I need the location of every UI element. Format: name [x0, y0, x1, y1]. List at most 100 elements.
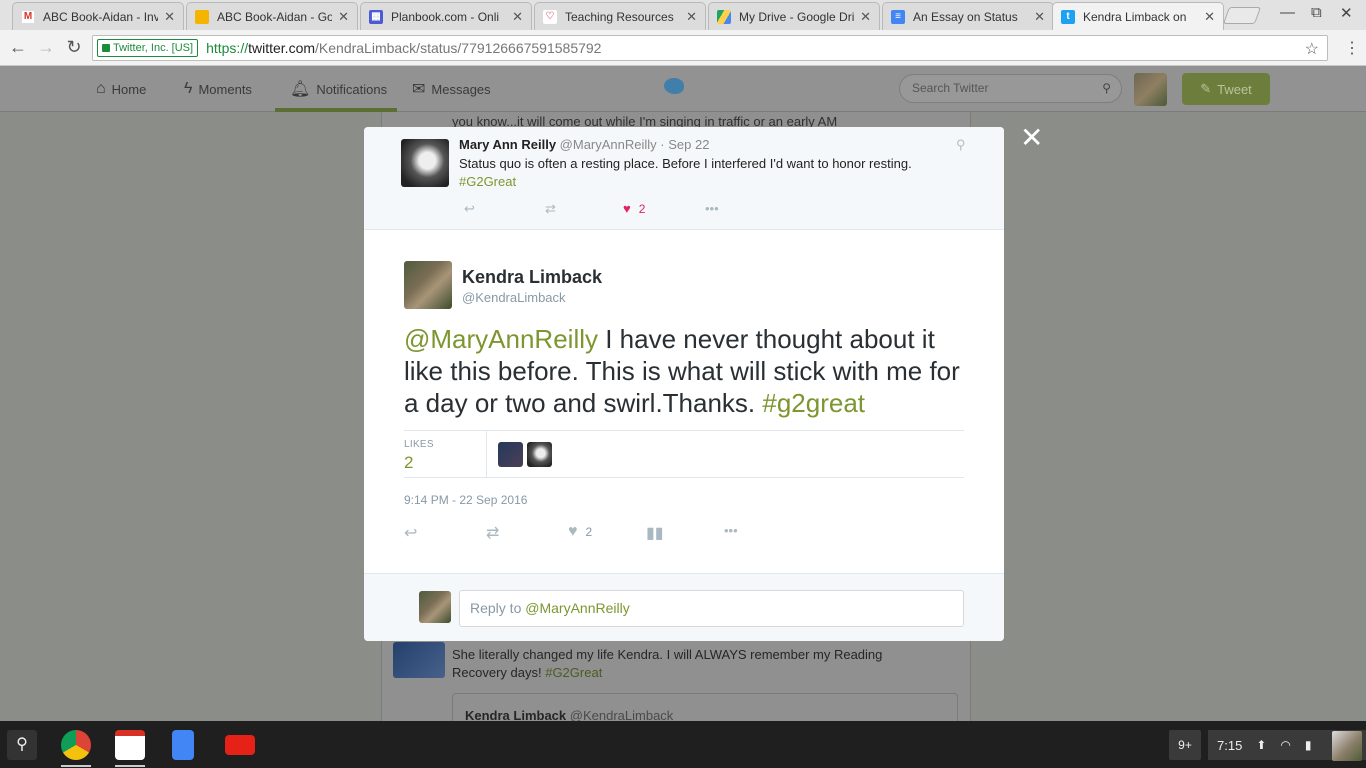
maximize-icon[interactable]: ⧉: [1311, 4, 1322, 21]
more-icon[interactable]: •••: [724, 523, 738, 538]
ancestor-handle[interactable]: @MaryAnnReilly: [560, 137, 657, 152]
tweet-button-label: Tweet: [1217, 81, 1252, 97]
nav-moments-label: Moments: [198, 81, 252, 97]
tweet-actions: ↩ ⇄ ♥ 2 ▮▮ •••: [404, 523, 804, 543]
nav-moments[interactable]: ϟ Moments: [184, 66, 252, 112]
running-indicator: [61, 765, 91, 767]
drive-icon: [717, 9, 731, 24]
nav-home[interactable]: ⌂ Home: [96, 66, 146, 112]
retweet-icon[interactable]: ⇄: [486, 523, 499, 543]
liker-avatar[interactable]: [498, 442, 523, 467]
tab-title: An Essay on Status: [913, 9, 1018, 24]
likes-count[interactable]: 2: [404, 453, 413, 473]
compose-icon: ✎: [1200, 81, 1212, 96]
new-tab-button[interactable]: [1222, 7, 1262, 24]
nav-notifications[interactable]: 🔔︎ Notifications: [290, 66, 387, 112]
search-icon[interactable]: ⚲: [1102, 75, 1111, 102]
avatar: [419, 591, 451, 623]
security-label: Twitter, Inc. [US]: [113, 42, 194, 54]
tweet-hashtag[interactable]: #g2great: [762, 388, 865, 418]
nav-notifications-label: Notifications: [316, 81, 388, 97]
close-modal-icon[interactable]: ✕: [1020, 124, 1043, 152]
tweet-author-name[interactable]: Kendra Limback: [462, 267, 602, 288]
close-icon[interactable]: ✕: [860, 9, 871, 25]
home-icon: ⌂: [96, 80, 106, 97]
tab-essay-on-status[interactable]: ≡ An Essay on Status ✕: [882, 2, 1054, 30]
more-icon[interactable]: •••: [705, 201, 719, 216]
tweet-timestamp: 9:14 PM - 22 Sep 2016: [404, 493, 528, 507]
close-icon[interactable]: ✕: [512, 9, 523, 25]
liker-avatar[interactable]: [527, 442, 552, 467]
close-icon[interactable]: ✕: [164, 9, 175, 25]
tab-teaching-resources[interactable]: ♡ Teaching Resources ✕: [534, 2, 706, 30]
notifications-badge[interactable]: 9+: [1169, 730, 1201, 760]
avatar[interactable]: [401, 139, 449, 187]
like-button[interactable]: ♥ 2: [623, 201, 645, 216]
tab-title: My Drive - Google Dri: [739, 9, 855, 24]
search-input[interactable]: Search Twitter ⚲: [899, 74, 1122, 103]
url-path: /KendraLimback/status/779126667591585792: [315, 40, 602, 56]
url-host: twitter.com: [248, 40, 316, 56]
close-icon[interactable]: ✕: [1034, 9, 1045, 25]
gmail-icon[interactable]: [115, 730, 145, 760]
ancestor-name[interactable]: Mary Ann Reilly: [459, 137, 556, 152]
forward-icon[interactable]: →: [35, 36, 57, 58]
reply-input[interactable]: Reply to @MaryAnnReilly: [459, 590, 964, 627]
close-icon[interactable]: ✕: [1204, 9, 1215, 25]
search-placeholder: Search Twitter: [912, 81, 989, 95]
tweet-text: @MaryAnnReilly I have never thought abou…: [404, 323, 964, 419]
close-window-icon[interactable]: ✕: [1340, 4, 1353, 22]
bookmark-star-icon[interactable]: ☆: [1305, 39, 1319, 59]
url-text[interactable]: https://twitter.com/KendraLimback/status…: [206, 40, 601, 56]
tab-abc-book-gmail[interactable]: M ABC Book-Aidan - Inv ✕: [12, 2, 184, 30]
tab-strip: M ABC Book-Aidan - Inv ✕ ABC Book-Aidan …: [0, 0, 1366, 30]
avatar[interactable]: [1332, 731, 1362, 761]
gmail-icon: M: [21, 9, 35, 24]
reply-hashtag[interactable]: #G2Great: [545, 665, 602, 680]
security-badge[interactable]: Twitter, Inc. [US]: [97, 39, 199, 57]
close-icon[interactable]: ✕: [686, 9, 697, 25]
search-icon[interactable]: ⚲: [7, 730, 37, 760]
twitter-nav: ⌂ Home ϟ Moments 🔔︎ Notifications ✉ Mess…: [0, 66, 1366, 112]
reply-icon[interactable]: ↩: [464, 201, 475, 217]
twitter-bird-icon[interactable]: [664, 78, 684, 94]
avatar[interactable]: [1134, 73, 1167, 106]
address-bar[interactable]: Twitter, Inc. [US] https://twitter.com/K…: [92, 35, 1328, 61]
slides-icon: [195, 9, 209, 24]
chrome-menu-icon[interactable]: ⋮: [1344, 38, 1360, 58]
tweet-stats: LIKES 2: [404, 430, 964, 478]
tab-title: ABC Book-Aidan - Go: [217, 9, 333, 24]
bell-icon: 🔔︎: [290, 81, 311, 98]
like-button[interactable]: ♥ 2: [568, 523, 592, 541]
tab-kendra-limback-twitter[interactable]: t Kendra Limback on ✕: [1052, 2, 1224, 30]
ancestor-hashtag[interactable]: #G2Great: [459, 174, 516, 189]
back-icon[interactable]: ←: [7, 36, 29, 58]
chrome-icon[interactable]: [61, 730, 91, 760]
youtube-icon[interactable]: [225, 735, 255, 755]
close-icon[interactable]: ✕: [338, 9, 349, 25]
reply-icon[interactable]: ↩: [404, 523, 417, 543]
url-scheme: https://: [206, 40, 249, 56]
location-pin-icon[interactable]: ⚲: [956, 137, 966, 153]
clock: 7:15: [1217, 737, 1243, 753]
tab-title: Kendra Limback on: [1083, 9, 1187, 24]
likes-label: LIKES: [404, 439, 434, 450]
tweet-button[interactable]: ✎ Tweet: [1182, 73, 1270, 105]
nav-messages[interactable]: ✉ Messages: [412, 66, 491, 112]
ancestor-date[interactable]: · Sep 22: [660, 137, 709, 152]
analytics-icon[interactable]: ▮▮: [646, 523, 664, 543]
ancestor-tweet[interactable]: Mary Ann Reilly @MaryAnnReilly · Sep 22 …: [364, 127, 1004, 230]
tweet-author-handle[interactable]: @KendraLimback: [462, 290, 566, 305]
tab-abc-book-slides[interactable]: ABC Book-Aidan - Go ✕: [186, 2, 358, 30]
twitter-icon: t: [1061, 9, 1075, 24]
avatar[interactable]: [404, 261, 452, 309]
running-indicator: [115, 765, 145, 767]
nav-home-label: Home: [111, 81, 147, 97]
minimize-icon[interactable]: —: [1280, 4, 1295, 21]
tab-google-drive[interactable]: My Drive - Google Dri ✕: [708, 2, 880, 30]
reload-icon[interactable]: ↻: [63, 36, 85, 58]
tab-planbook[interactable]: ▦ Planbook.com - Onli ✕: [360, 2, 532, 30]
docs-icon[interactable]: [172, 730, 194, 760]
retweet-icon[interactable]: ⇄: [545, 201, 556, 217]
tweet-mention[interactable]: @MaryAnnReilly: [404, 324, 598, 354]
